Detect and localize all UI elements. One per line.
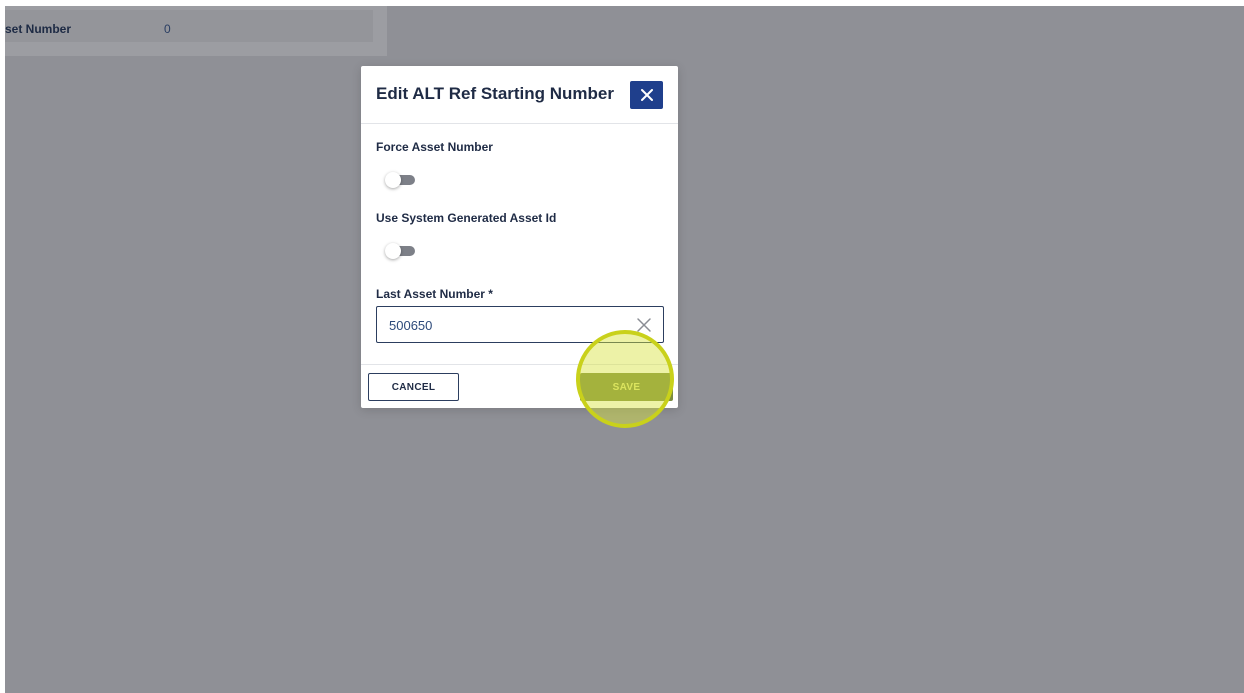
last-asset-number-field — [376, 306, 664, 343]
cancel-button[interactable]: CANCEL — [368, 373, 459, 401]
force-asset-number-toggle[interactable] — [385, 172, 415, 188]
dialog-footer-divider — [361, 364, 678, 365]
dialog-title: Edit ALT Ref Starting Number — [376, 84, 614, 103]
background-row-label: set Number — [5, 22, 72, 36]
dialog-header: Edit ALT Ref Starting Number — [361, 66, 678, 124]
edit-alt-ref-dialog: Edit ALT Ref Starting Number Force Asset… — [361, 66, 678, 408]
toggle-knob — [385, 172, 401, 188]
save-button[interactable]: SAVE — [580, 373, 673, 401]
force-asset-number-label: Force Asset Number — [376, 140, 493, 154]
last-asset-number-input[interactable] — [389, 315, 629, 335]
background-settings-row: set Number 0 — [5, 10, 373, 42]
background-row-value: 0 — [164, 22, 171, 36]
toggle-knob — [385, 243, 401, 259]
close-icon — [640, 89, 653, 101]
close-button[interactable] — [630, 81, 663, 109]
background-settings-panel: set Number 0 — [5, 6, 387, 56]
use-system-generated-asset-id-toggle[interactable] — [385, 243, 415, 259]
use-system-generated-asset-id-label: Use System Generated Asset Id — [376, 211, 557, 225]
clear-icon[interactable] — [635, 316, 653, 334]
screen: set Number 0 Edit ALT Ref Starting Numbe… — [0, 0, 1244, 693]
dimmed-page-overlay: set Number 0 Edit ALT Ref Starting Numbe… — [5, 6, 1244, 693]
last-asset-number-label: Last Asset Number * — [376, 287, 493, 301]
